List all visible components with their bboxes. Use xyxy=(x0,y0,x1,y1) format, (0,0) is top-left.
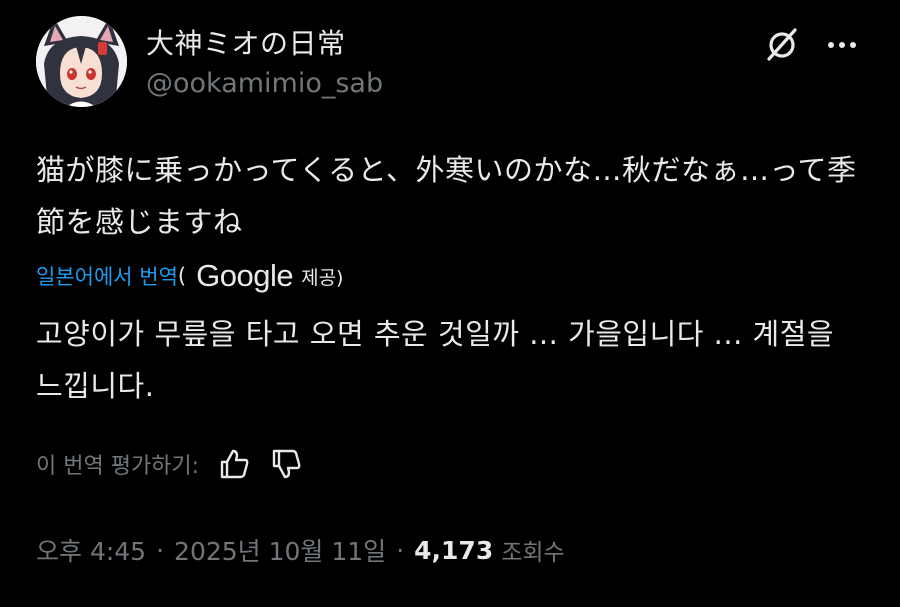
author-display-name[interactable]: 大神ミオの日常 xyxy=(146,22,346,62)
paren-open: ( xyxy=(177,264,187,288)
rate-translation-label: 이 번역 평가하기: xyxy=(36,454,200,479)
translation-attribution: 일본어에서 번역 ( Google 제공) xyxy=(36,256,343,296)
more-icon[interactable] xyxy=(824,30,860,60)
post-meta: 오후 4:45 · 2025년 10월 11일 · 4,173 조회수 xyxy=(36,530,565,570)
post-text: 猫が膝に乗っかってくると、外寒いのかな…秋だなぁ…って季節を感じますね xyxy=(36,153,857,239)
author-handle[interactable]: @ookamimio_sab xyxy=(146,68,383,99)
views-count: 4,173 xyxy=(414,535,494,565)
meta-separator: · xyxy=(396,535,405,565)
post-header: 大神ミオの日常 @ookamimio_sab xyxy=(36,16,864,116)
provided-label: 제공) xyxy=(301,266,344,289)
meta-separator: · xyxy=(156,535,165,565)
grok-icon[interactable] xyxy=(764,26,800,62)
google-logo: Google xyxy=(196,258,294,293)
thumbs-up-icon[interactable] xyxy=(217,447,251,481)
thumbs-down-icon[interactable] xyxy=(269,447,303,481)
post-time[interactable]: 오후 4:45 xyxy=(36,532,146,568)
translation-source-link[interactable]: 일본어에서 번역 xyxy=(36,261,178,291)
post-date[interactable]: 2025년 10월 11일 xyxy=(174,532,386,568)
rate-translation-row: 이 번역 평가하기: xyxy=(36,446,303,482)
translated-text: 고양이가 무릎을 타고 오면 추운 것일까 ... 가을입니다 ... 계절을 … xyxy=(36,317,835,403)
views-label: 조회수 xyxy=(501,540,565,566)
anime-wolf-girl-avatar xyxy=(36,16,127,107)
avatar[interactable] xyxy=(36,16,127,107)
